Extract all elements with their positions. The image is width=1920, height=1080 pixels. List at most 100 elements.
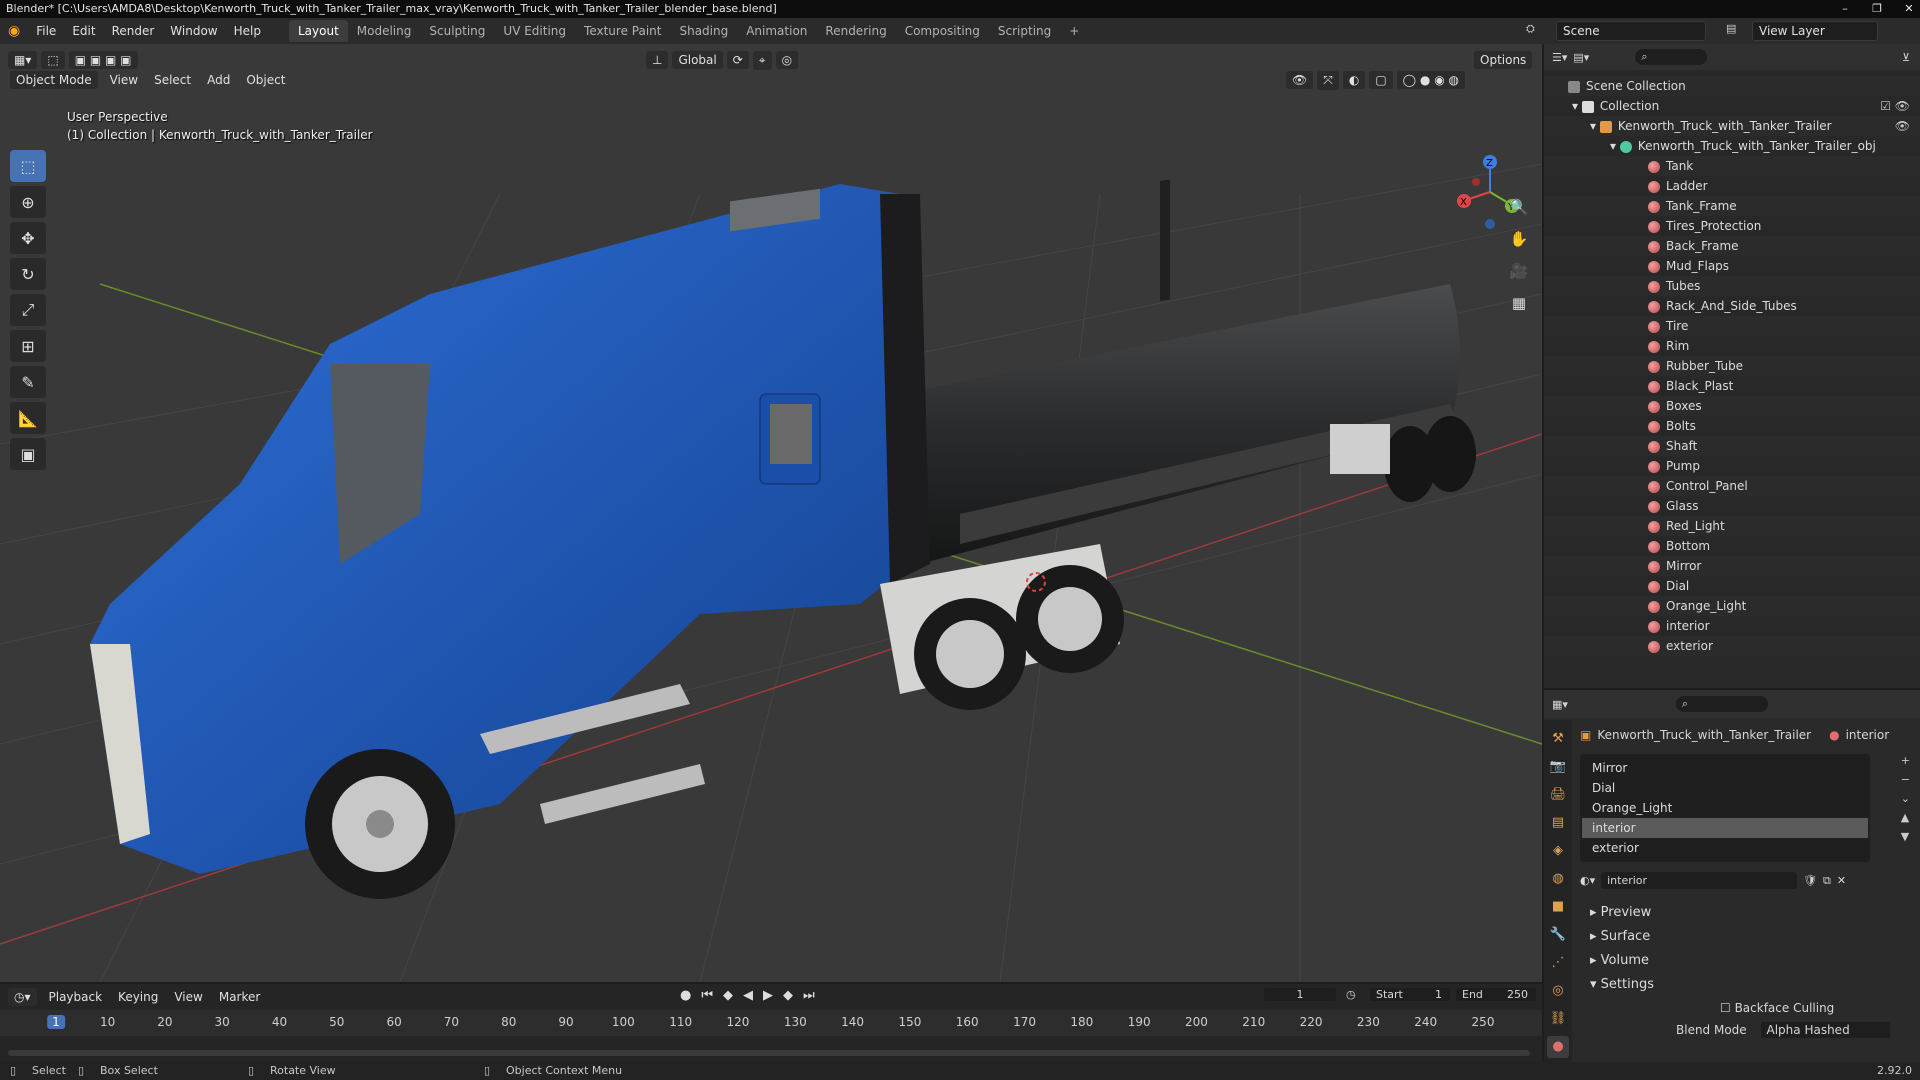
scene-tab-icon[interactable]: ◈ — [1547, 840, 1569, 862]
orientation-dropdown[interactable]: Global — [672, 51, 723, 69]
add-cube-tool[interactable]: ▣ — [10, 438, 46, 470]
material-browse-icon[interactable]: ◐▾ — [1580, 874, 1595, 887]
outliner-material-row[interactable]: Shaft — [1544, 436, 1920, 456]
expand-arrow-icon[interactable]: ▾ — [1590, 119, 1600, 133]
editor-type-button[interactable]: ▦▾ — [8, 51, 38, 69]
tab-animation[interactable]: Animation — [737, 20, 816, 42]
minimize-button[interactable]: – — [1838, 0, 1852, 18]
play-icon[interactable]: ▶ — [763, 988, 773, 1003]
outliner-material-row[interactable]: Bolts — [1544, 416, 1920, 436]
outliner-material-row[interactable]: Glass — [1544, 496, 1920, 516]
expand-arrow-icon[interactable]: ▾ — [1572, 99, 1582, 113]
orientation-icon[interactable]: ⊥ — [646, 51, 669, 69]
slot-orange-light[interactable]: Orange_Light — [1582, 798, 1868, 818]
fake-user-icon[interactable]: 🛡 — [1803, 874, 1817, 887]
properties-editor-icon[interactable]: ▦▾ — [1552, 698, 1568, 711]
outliner-material-row[interactable]: interior — [1544, 616, 1920, 636]
tab-uv-editing[interactable]: UV Editing — [494, 20, 575, 42]
end-frame-field[interactable]: End 250 — [1456, 988, 1536, 1001]
rotate-tool[interactable]: ↻ — [10, 258, 46, 290]
timeline-scrollbar[interactable] — [8, 1050, 1530, 1056]
xray-icon[interactable]: ▢ — [1369, 71, 1393, 89]
tool-tab-icon[interactable]: ⚒ — [1547, 728, 1569, 750]
outliner-material-row[interactable]: Tank_Frame — [1544, 196, 1920, 216]
tab-compositing[interactable]: Compositing — [896, 20, 989, 42]
zoom-icon[interactable]: 🔍 — [1504, 194, 1534, 220]
timeline-menu-view[interactable]: View — [166, 990, 210, 1004]
unlink-material-icon[interactable]: ✕ — [1837, 874, 1846, 887]
visibility-icon[interactable]: 👁 — [1286, 71, 1314, 89]
outliner-material-row[interactable]: Boxes — [1544, 396, 1920, 416]
world-tab-icon[interactable]: ◍ — [1547, 868, 1569, 890]
select-mode-button[interactable]: ▣ ▣ ▣ ▣ — [68, 51, 138, 69]
outliner-material-row[interactable]: Tank — [1544, 156, 1920, 176]
outliner-material-row[interactable]: Mirror — [1544, 556, 1920, 576]
remove-slot-icon[interactable]: − — [1901, 773, 1910, 786]
snap-icon[interactable]: ⌖ — [752, 50, 772, 70]
jump-start-icon[interactable]: ⏮ — [701, 988, 713, 1003]
tab-modeling[interactable]: Modeling — [348, 20, 421, 42]
panel-settings[interactable]: ▾ Settings — [1580, 973, 1920, 997]
outliner-material-row[interactable]: Control_Panel — [1544, 476, 1920, 496]
panel-surface[interactable]: ▸ Surface — [1580, 925, 1920, 949]
outliner-material-row[interactable]: Bottom — [1544, 536, 1920, 556]
viewport-scene[interactable]: Z Y X — [0, 44, 1542, 982]
add-workspace-button[interactable]: + — [1060, 20, 1088, 42]
add-slot-icon[interactable]: + — [1901, 754, 1910, 767]
particles-tab-icon[interactable]: ⋰ — [1547, 952, 1569, 974]
select-box-tool[interactable]: ⬚ — [10, 150, 46, 182]
tab-rendering[interactable]: Rendering — [816, 20, 895, 42]
outliner-material-row[interactable]: Mud_Flaps — [1544, 256, 1920, 276]
mesh-row[interactable]: ▾ Kenworth_Truck_with_Tanker_Trailer_obj — [1544, 136, 1920, 156]
slot-exterior[interactable]: exterior — [1582, 838, 1868, 858]
outliner-search-icon[interactable]: ⌕ — [1635, 49, 1708, 65]
slot-mirror[interactable]: Mirror — [1582, 758, 1868, 778]
tab-layout[interactable]: Layout — [288, 20, 348, 42]
prev-key-icon[interactable]: ◆ — [723, 988, 733, 1003]
render-tab-icon[interactable]: 📷 — [1547, 756, 1569, 778]
slot-menu-icon[interactable]: ⌄ — [1901, 792, 1910, 805]
outliner-material-row[interactable]: Rim — [1544, 336, 1920, 356]
record-icon[interactable]: ● — [680, 988, 691, 1003]
blend-mode-dropdown[interactable]: Alpha Hashed — [1760, 1022, 1890, 1038]
proportional-edit-icon[interactable]: ◎ — [775, 51, 799, 69]
gizmo-toggle-icon[interactable]: ⤧ — [1317, 70, 1339, 90]
object-tab-icon[interactable]: ■ — [1547, 896, 1569, 918]
camera-icon[interactable]: 🎥 — [1504, 258, 1534, 284]
move-down-icon[interactable]: ▼ — [1901, 830, 1910, 843]
outliner-material-row[interactable]: Rubber_Tube — [1544, 356, 1920, 376]
view-layer-tab-icon[interactable]: ▤ — [1547, 812, 1569, 834]
move-tool[interactable]: ✥ — [10, 222, 46, 254]
scene-collection-row[interactable]: Scene Collection — [1544, 76, 1920, 96]
timeline-editor-icon[interactable]: ◷▾ — [8, 988, 37, 1006]
outliner-material-row[interactable]: Tubes — [1544, 276, 1920, 296]
view-layer-icon[interactable]: ▤ — [1726, 22, 1736, 35]
tab-scripting[interactable]: Scripting — [989, 20, 1060, 42]
cursor-tool[interactable]: ⊕ — [10, 186, 46, 218]
material-tab-icon[interactable]: ● — [1547, 1036, 1569, 1058]
timeline-menu-keying[interactable]: Keying — [110, 990, 166, 1004]
current-frame-field[interactable]: 1 — [1264, 988, 1336, 1001]
jump-end-icon[interactable]: ⏭ — [803, 988, 815, 1003]
expand-arrow-icon[interactable]: ▾ — [1610, 139, 1620, 153]
menu-file[interactable]: File — [28, 24, 64, 38]
panel-volume[interactable]: ▸ Volume — [1580, 949, 1920, 973]
material-name-field[interactable]: interior — [1601, 872, 1798, 889]
outliner-material-row[interactable]: Orange_Light — [1544, 596, 1920, 616]
outliner-material-row[interactable]: Pump — [1544, 456, 1920, 476]
pan-hand-icon[interactable]: ✋ — [1504, 226, 1534, 252]
shading-modes-icon[interactable]: ◯ ● ◉ ◍ — [1396, 71, 1465, 89]
outliner-material-row[interactable]: Dial — [1544, 576, 1920, 596]
timeline-menu-marker[interactable]: Marker — [211, 990, 268, 1004]
panel-preview[interactable]: ▸ Preview — [1580, 901, 1920, 925]
slot-interior[interactable]: interior — [1582, 818, 1868, 838]
move-up-icon[interactable]: ▲ — [1901, 811, 1910, 824]
annotate-tool[interactable]: ✎ — [10, 366, 46, 398]
object-row[interactable]: ▾ Kenworth_Truck_with_Tanker_Trailer 👁 — [1544, 116, 1920, 136]
3d-viewport[interactable]: Z Y X ▦▾ ⬚ ▣ ▣ ▣ ▣ ⊥ Global ⟳ ⌖ ◎ Option… — [0, 44, 1542, 982]
overlay-toggle-icon[interactable]: ◐ — [1342, 71, 1366, 89]
outliner-material-row[interactable]: Tire — [1544, 316, 1920, 336]
slot-dial[interactable]: Dial — [1582, 778, 1868, 798]
menu-window[interactable]: Window — [162, 24, 225, 38]
modifier-tab-icon[interactable]: 🔧 — [1547, 924, 1569, 946]
